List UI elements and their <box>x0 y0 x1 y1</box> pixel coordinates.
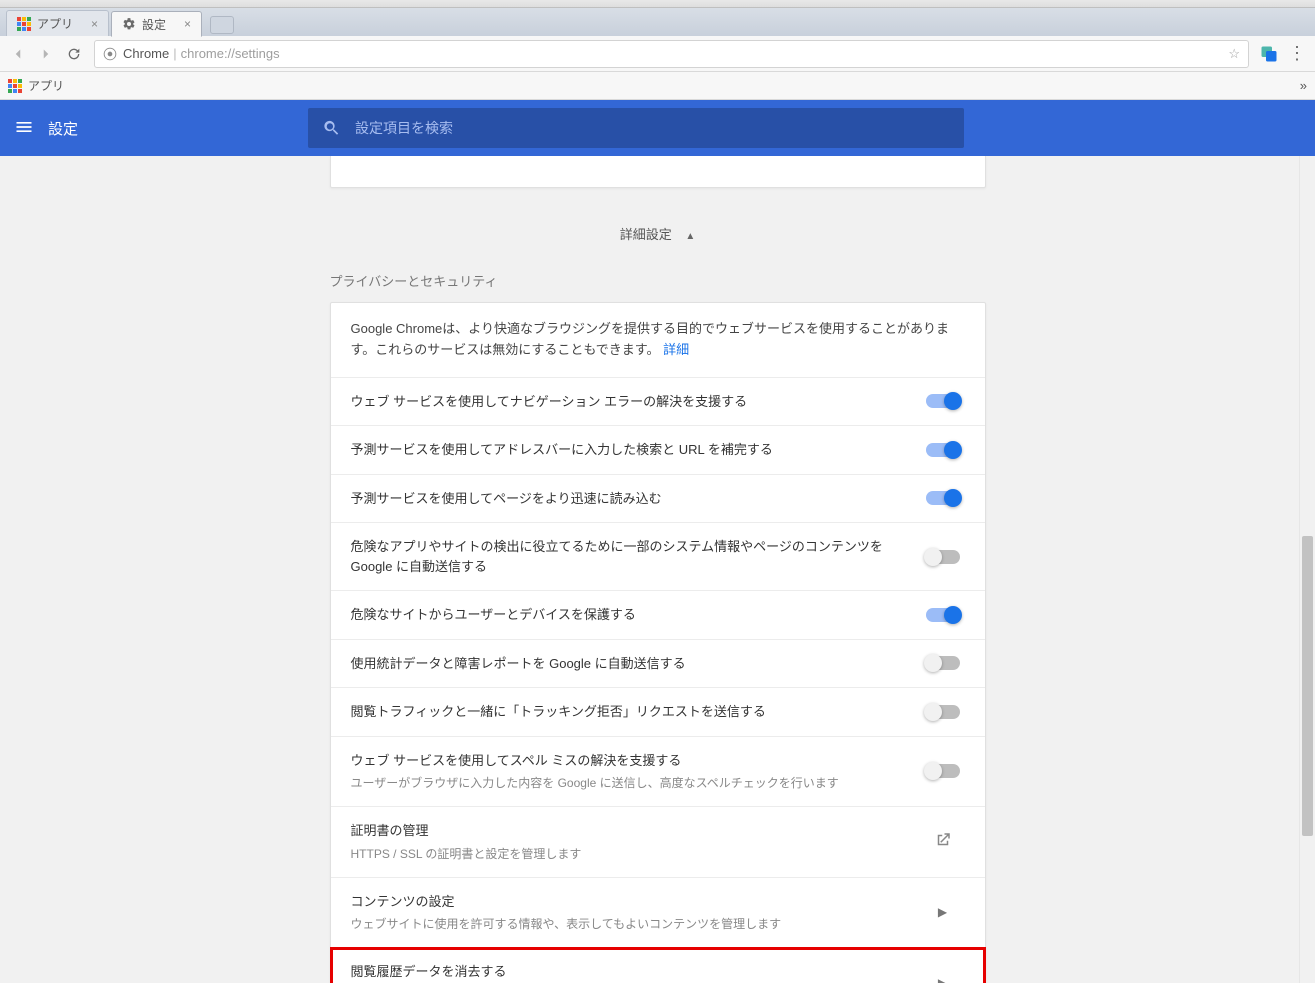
apps-icon <box>17 17 31 31</box>
row-title: 危険なサイトからユーザーとデバイスを保護する <box>351 605 921 625</box>
url-path: chrome://settings <box>181 46 280 61</box>
chevron-up-icon: ▲ <box>685 231 695 242</box>
row-title: ウェブ サービスを使用してナビゲーション エラーの解決を支援する <box>351 392 921 412</box>
bookmarks-bar: アプリ » <box>0 72 1315 100</box>
settings-header: 設定 <box>0 100 1315 156</box>
row-title: 証明書の管理 <box>351 821 921 841</box>
privacy-row-2: 予測サービスを使用してページをより迅速に読み込む <box>331 475 985 524</box>
bookmarks-overflow-icon[interactable]: » <box>1300 78 1307 93</box>
row-title: 危険なアプリやサイトの検出に役立てるために一部のシステム情報やページのコンテンツ… <box>351 537 921 576</box>
address-bar[interactable]: Chrome | chrome://settings ☆ <box>94 40 1249 68</box>
row-subtitle: ユーザーがブラウザに入力した内容を Google に送信し、高度なスペルチェック… <box>351 774 921 792</box>
toggle[interactable] <box>926 656 960 670</box>
close-icon[interactable]: × <box>184 17 191 31</box>
row-title: 閲覧履歴データを消去する <box>351 962 921 982</box>
row-title: コンテンツの設定 <box>351 892 921 912</box>
privacy-intro: Google Chromeは、より快適なブラウジングを提供する目的でウェブサービ… <box>331 303 985 378</box>
toggle[interactable] <box>926 764 960 778</box>
toggle[interactable] <box>926 443 960 457</box>
forward-button[interactable] <box>32 40 60 68</box>
toolbar: Chrome | chrome://settings ☆ ⋮ <box>0 36 1315 72</box>
privacy-row-3: 危険なアプリやサイトの検出に役立てるために一部のシステム情報やページのコンテンツ… <box>331 523 985 591</box>
row-subtitle: HTTPS / SSL の証明書と設定を管理します <box>351 845 921 863</box>
row-title: 使用統計データと障害レポートを Google に自動送信する <box>351 654 921 674</box>
search-settings[interactable] <box>308 108 964 148</box>
tab-apps[interactable]: アプリ × <box>6 10 109 36</box>
page-title: 設定 <box>48 118 78 139</box>
tab-label: 設定 <box>142 16 166 33</box>
url-scheme: Chrome <box>123 46 169 61</box>
scrollbar[interactable] <box>1299 156 1315 983</box>
gear-icon <box>122 17 136 31</box>
privacy-row-7: ウェブ サービスを使用してスペル ミスの解決を支援するユーザーがブラウザに入力し… <box>331 737 985 808</box>
toggle[interactable] <box>926 705 960 719</box>
apps-icon <box>8 79 22 93</box>
search-input[interactable] <box>355 120 950 136</box>
chevron-right-icon: ▶ <box>938 976 947 983</box>
chevron-right-icon: ▶ <box>938 905 947 919</box>
privacy-row-4: 危険なサイトからユーザーとデバイスを保護する <box>331 591 985 640</box>
scrollbar-thumb[interactable] <box>1302 536 1313 836</box>
scroll-area[interactable]: 詳細設定 ▲ プライバシーとセキュリティ Google Chromeは、より快適… <box>0 156 1315 983</box>
back-button[interactable] <box>4 40 32 68</box>
row-title: ウェブ サービスを使用してスペル ミスの解決を支援する <box>351 751 921 771</box>
advanced-toggle[interactable]: 詳細設定 ▲ <box>330 224 986 243</box>
toggle[interactable] <box>926 394 960 408</box>
privacy-row-5: 使用統計データと障害レポートを Google に自動送信する <box>331 640 985 689</box>
section-title-privacy: プライバシーとセキュリティ <box>330 271 986 290</box>
content-area: 詳細設定 ▲ プライバシーとセキュリティ Google Chromeは、より快適… <box>0 156 1315 983</box>
tab-strip: アプリ × 設定 × <box>0 8 1315 36</box>
tab-settings[interactable]: 設定 × <box>111 11 202 37</box>
translate-extension-icon[interactable] <box>1255 40 1283 68</box>
search-icon <box>322 118 341 138</box>
privacy-row-1: 予測サービスを使用してアドレスバーに入力した検索と URL を補完する <box>331 426 985 475</box>
toggle[interactable] <box>926 608 960 622</box>
row-subtitle: ウェブサイトに使用を許可する情報や、表示してもよいコンテンツを管理します <box>351 915 921 933</box>
browser-menu-button[interactable]: ⋮ <box>1283 43 1311 64</box>
privacy-intro-link[interactable]: 詳細 <box>663 342 689 357</box>
privacy-card: Google Chromeは、より快適なブラウジングを提供する目的でウェブサービ… <box>330 302 986 983</box>
privacy-row-6: 閲覧トラフィックと一緒に「トラッキング拒否」リクエストを送信する <box>331 688 985 737</box>
privacy-row-10[interactable]: 閲覧履歴データを消去する閲覧履歴、Cookie、キャッシュなどを削除します▶ <box>331 948 985 983</box>
advanced-label: 詳細設定 <box>620 227 672 242</box>
bookmark-label: アプリ <box>28 77 64 94</box>
row-title: 予測サービスを使用してページをより迅速に読み込む <box>351 489 921 509</box>
tab-label: アプリ <box>37 15 73 32</box>
external-link-icon <box>934 831 952 852</box>
toggle[interactable] <box>926 491 960 505</box>
new-tab-button[interactable] <box>210 16 234 34</box>
toggle[interactable] <box>926 550 960 564</box>
row-title: 閲覧トラフィックと一緒に「トラッキング拒否」リクエストを送信する <box>351 702 921 722</box>
bookmark-star-icon[interactable]: ☆ <box>1228 46 1240 62</box>
bookmark-apps[interactable]: アプリ <box>8 77 64 94</box>
chrome-icon <box>103 47 117 61</box>
window-strip <box>0 0 1315 8</box>
menu-button[interactable] <box>0 117 48 140</box>
privacy-row-0: ウェブ サービスを使用してナビゲーション エラーの解決を支援する <box>331 378 985 427</box>
previous-card-stub <box>330 156 986 188</box>
privacy-row-8[interactable]: 証明書の管理 HTTPS / SSL の証明書と設定を管理します <box>331 807 985 878</box>
privacy-row-9[interactable]: コンテンツの設定ウェブサイトに使用を許可する情報や、表示してもよいコンテンツを管… <box>331 878 985 949</box>
row-title: 予測サービスを使用してアドレスバーに入力した検索と URL を補完する <box>351 440 921 460</box>
reload-button[interactable] <box>60 40 88 68</box>
close-icon[interactable]: × <box>91 17 98 31</box>
